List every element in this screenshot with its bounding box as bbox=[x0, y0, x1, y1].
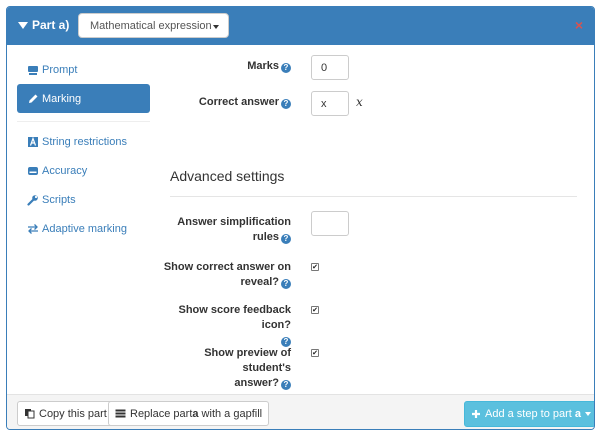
marks-input[interactable]: 0 bbox=[311, 55, 349, 80]
score-icon-checkbox[interactable]: ✔ bbox=[311, 306, 319, 314]
help-icon[interactable]: ? bbox=[281, 99, 291, 109]
chevron-down-icon bbox=[213, 25, 219, 29]
simplification-label: Answer simplification rules? bbox=[177, 216, 291, 244]
score-icon-label: Show score feedback icon? ? bbox=[178, 304, 291, 347]
part-toggle[interactable]: Part a) bbox=[18, 18, 69, 32]
nav-item-string-restrictions[interactable]: String restrictions bbox=[17, 127, 150, 156]
part-type-select[interactable]: Mathematical expression bbox=[78, 13, 229, 38]
nav-item-prompt[interactable]: Prompt bbox=[17, 55, 150, 84]
preview-label: Show preview of student's answer?? bbox=[204, 347, 291, 390]
nav-item-adaptive-marking[interactable]: Adaptive marking bbox=[17, 214, 150, 243]
part-sidebar-nav: Prompt Marking String restrictions Accur… bbox=[17, 55, 150, 243]
add-step-button[interactable]: Add a step to part a bbox=[464, 401, 594, 427]
nav-divider bbox=[17, 121, 150, 122]
replace-with-gapfill-button[interactable]: Replace part a with a gapfill bbox=[108, 401, 270, 426]
drive-icon bbox=[27, 165, 39, 177]
advanced-settings-heading: Advanced settings bbox=[170, 168, 285, 184]
help-icon[interactable]: ? bbox=[281, 234, 291, 244]
nav-item-scripts[interactable]: Scripts bbox=[17, 185, 150, 214]
caret-down-icon bbox=[18, 21, 28, 29]
nav-item-marking[interactable]: Marking bbox=[17, 84, 150, 113]
preview-checkbox[interactable]: ✔ bbox=[311, 349, 319, 357]
help-icon[interactable]: ? bbox=[281, 63, 291, 73]
simplification-rules-input[interactable] bbox=[311, 211, 349, 236]
copy-icon bbox=[24, 408, 35, 419]
pencil-icon bbox=[27, 93, 39, 105]
part-editor-panel: Part a) Mathematical expression × Prompt… bbox=[6, 6, 595, 430]
show-answer-label: Show correct answer on reveal?? bbox=[163, 261, 291, 289]
plus-icon bbox=[471, 409, 481, 419]
help-icon[interactable]: ? bbox=[281, 380, 291, 390]
part-footer: Copy this part Replace part a with a gap… bbox=[7, 394, 594, 429]
correct-answer-label: Correct answer? bbox=[157, 95, 291, 110]
copy-part-button[interactable]: Copy this part bbox=[17, 401, 114, 426]
show-answer-checkbox[interactable]: ✔ bbox=[311, 263, 319, 271]
part-header: Part a) Mathematical expression × bbox=[7, 7, 594, 45]
part-type-value: Mathematical expression bbox=[90, 19, 212, 32]
correct-answer-input[interactable]: x bbox=[311, 91, 349, 116]
correct-answer-preview: x bbox=[356, 95, 363, 109]
nav-item-label: String restrictions bbox=[42, 135, 127, 148]
help-icon[interactable]: ? bbox=[281, 279, 291, 289]
wrench-icon bbox=[27, 194, 39, 206]
marks-label: Marks? bbox=[157, 59, 291, 74]
nav-item-label: Marking bbox=[42, 92, 82, 105]
list-icon bbox=[115, 408, 126, 419]
advanced-settings-divider bbox=[170, 196, 577, 197]
part-label: Part a) bbox=[32, 18, 70, 32]
delete-part-button[interactable]: × bbox=[575, 17, 583, 33]
swap-icon bbox=[27, 223, 39, 235]
nav-item-label: Adaptive marking bbox=[42, 222, 127, 235]
nav-item-label: Scripts bbox=[42, 193, 76, 206]
nav-item-accuracy[interactable]: Accuracy bbox=[17, 156, 150, 185]
nav-item-label: Prompt bbox=[42, 63, 78, 76]
card-icon bbox=[27, 64, 39, 76]
caret-down-icon bbox=[585, 412, 592, 416]
letter-a-icon bbox=[27, 136, 39, 148]
nav-item-label: Accuracy bbox=[42, 164, 88, 177]
